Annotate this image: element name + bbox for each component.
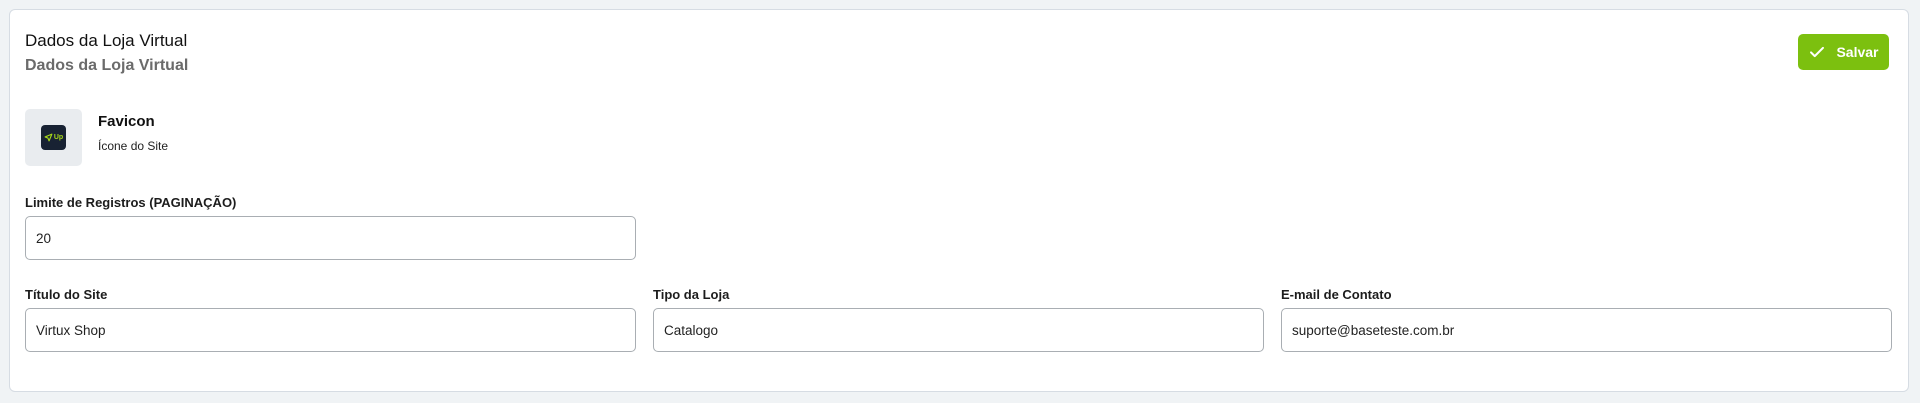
favicon-badge-text: Up bbox=[53, 134, 64, 141]
site-title-label: Título do Site bbox=[25, 287, 108, 302]
favicon-preview[interactable]: Up bbox=[25, 109, 82, 166]
store-type-label: Tipo da Loja bbox=[653, 287, 730, 302]
save-button-label: Salvar bbox=[1836, 44, 1879, 60]
favicon-title: Favicon bbox=[98, 113, 155, 130]
paper-plane-icon bbox=[44, 133, 53, 142]
favicon-image: Up bbox=[41, 125, 66, 150]
page-title: Dados da Loja Virtual bbox=[25, 31, 188, 50]
page-subtitle: Dados da Loja Virtual bbox=[25, 57, 189, 74]
limit-label: Limite de Registros (PAGINAÇÃO) bbox=[25, 195, 237, 210]
limit-input[interactable] bbox=[25, 216, 636, 260]
contact-email-label: E-mail de Contato bbox=[1281, 287, 1392, 302]
contact-email-input[interactable] bbox=[1281, 308, 1892, 352]
check-icon bbox=[1810, 46, 1825, 58]
store-type-input[interactable] bbox=[653, 308, 1264, 352]
favicon-description: Ícone do Site bbox=[98, 139, 169, 153]
store-settings-card: Dados da Loja Virtual Dados da Loja Virt… bbox=[9, 9, 1909, 392]
save-button[interactable]: Salvar bbox=[1798, 34, 1889, 70]
site-title-input[interactable] bbox=[25, 308, 636, 352]
